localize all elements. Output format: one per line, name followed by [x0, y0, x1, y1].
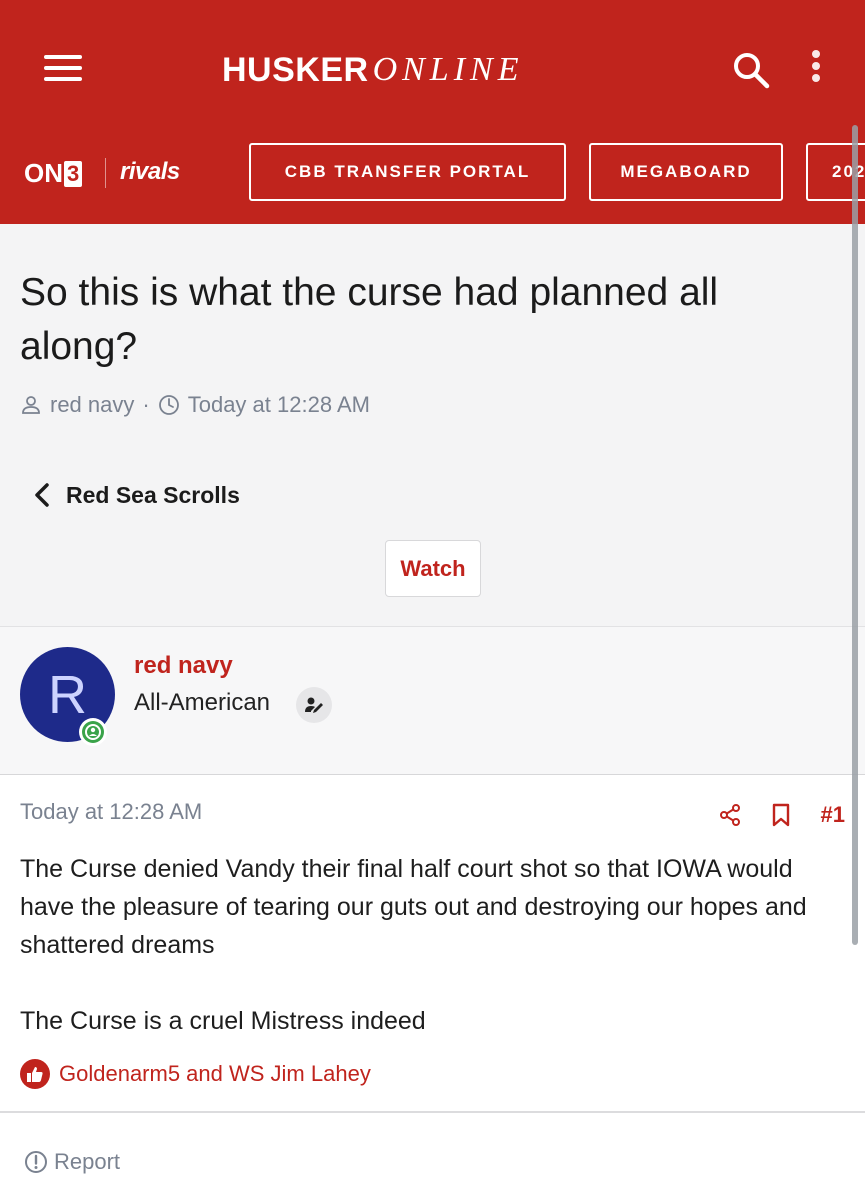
logo-bold-text: HUSKER — [222, 50, 369, 89]
site-logo[interactable]: HUSKER ONLINE — [222, 50, 524, 90]
on3-logo[interactable]: ON 3 — [24, 158, 83, 189]
post-date[interactable]: Today at 12:28 AM — [20, 799, 202, 825]
post-user-card: R red navy All-American — [0, 626, 865, 775]
watch-button[interactable]: Watch — [385, 540, 481, 597]
on3-number: 3 — [64, 160, 83, 187]
clock-icon — [158, 395, 179, 415]
rivals-logo[interactable]: rivals — [120, 158, 180, 186]
nav-strip: ON 3 rivals CBB TRANSFER PORTAL MEGABOARD… — [0, 122, 865, 224]
post-paragraph: The Curse is a cruel Mistress indeed — [20, 1007, 426, 1035]
breadcrumb-back[interactable]: Red Sea Scrolls — [34, 478, 240, 512]
thread-title: So this is what the curse had planned al… — [20, 271, 719, 368]
alert-circle-icon — [25, 1151, 47, 1173]
report-button[interactable]: Report — [24, 1149, 120, 1175]
meta-separator: · — [142, 392, 150, 417]
brand-separator — [105, 158, 106, 188]
post-footer: Report — [0, 1113, 865, 1200]
more-vertical-icon[interactable] — [808, 50, 824, 88]
on3-text: ON — [24, 158, 63, 188]
chevron-left-icon — [35, 483, 49, 507]
thread-meta: red navy · Today at 12:28 AM — [20, 390, 370, 420]
scrollbar[interactable] — [852, 125, 858, 945]
thumbs-up-icon — [20, 1059, 50, 1089]
online-status-icon — [79, 718, 107, 746]
report-label: Report — [54, 1149, 121, 1174]
menu-icon[interactable] — [44, 55, 82, 83]
user-rank: All-American — [134, 689, 271, 716]
top-header: HUSKER ONLINE — [0, 0, 865, 123]
share-icon[interactable] — [719, 804, 741, 826]
post-number-link[interactable]: #1 — [821, 802, 845, 828]
post-username[interactable]: red navy — [134, 652, 233, 680]
nav-pill-cbb-transfer-portal[interactable]: CBB TRANSFER PORTAL — [249, 143, 566, 201]
logo-italic-text: ONLINE — [372, 51, 524, 88]
forum-name: Red Sea Scrolls — [66, 481, 240, 508]
thread-author[interactable]: red navy — [50, 392, 134, 418]
reactions-bar[interactable]: Goldenarm5 and WS Jim Lahey — [20, 1058, 371, 1090]
bookmark-icon[interactable] — [771, 803, 791, 827]
search-icon[interactable] — [731, 50, 771, 90]
post-paragraph: The Curse denied Vandy their final half … — [20, 855, 807, 959]
post-actions: #1 — [689, 802, 845, 828]
user-icon — [22, 396, 40, 414]
thread-time[interactable]: Today at 12:28 AM — [188, 392, 370, 418]
reactions-text: Goldenarm5 and WS Jim Lahey — [59, 1061, 371, 1086]
post-body: Today at 12:28 AM #1 The Curse denied Va… — [0, 775, 865, 1113]
nav-pill-megaboard[interactable]: MEGABOARD — [589, 143, 783, 201]
post-content: The Curse denied Vandy their final half … — [20, 850, 840, 1040]
user-edit-icon[interactable] — [296, 687, 332, 723]
